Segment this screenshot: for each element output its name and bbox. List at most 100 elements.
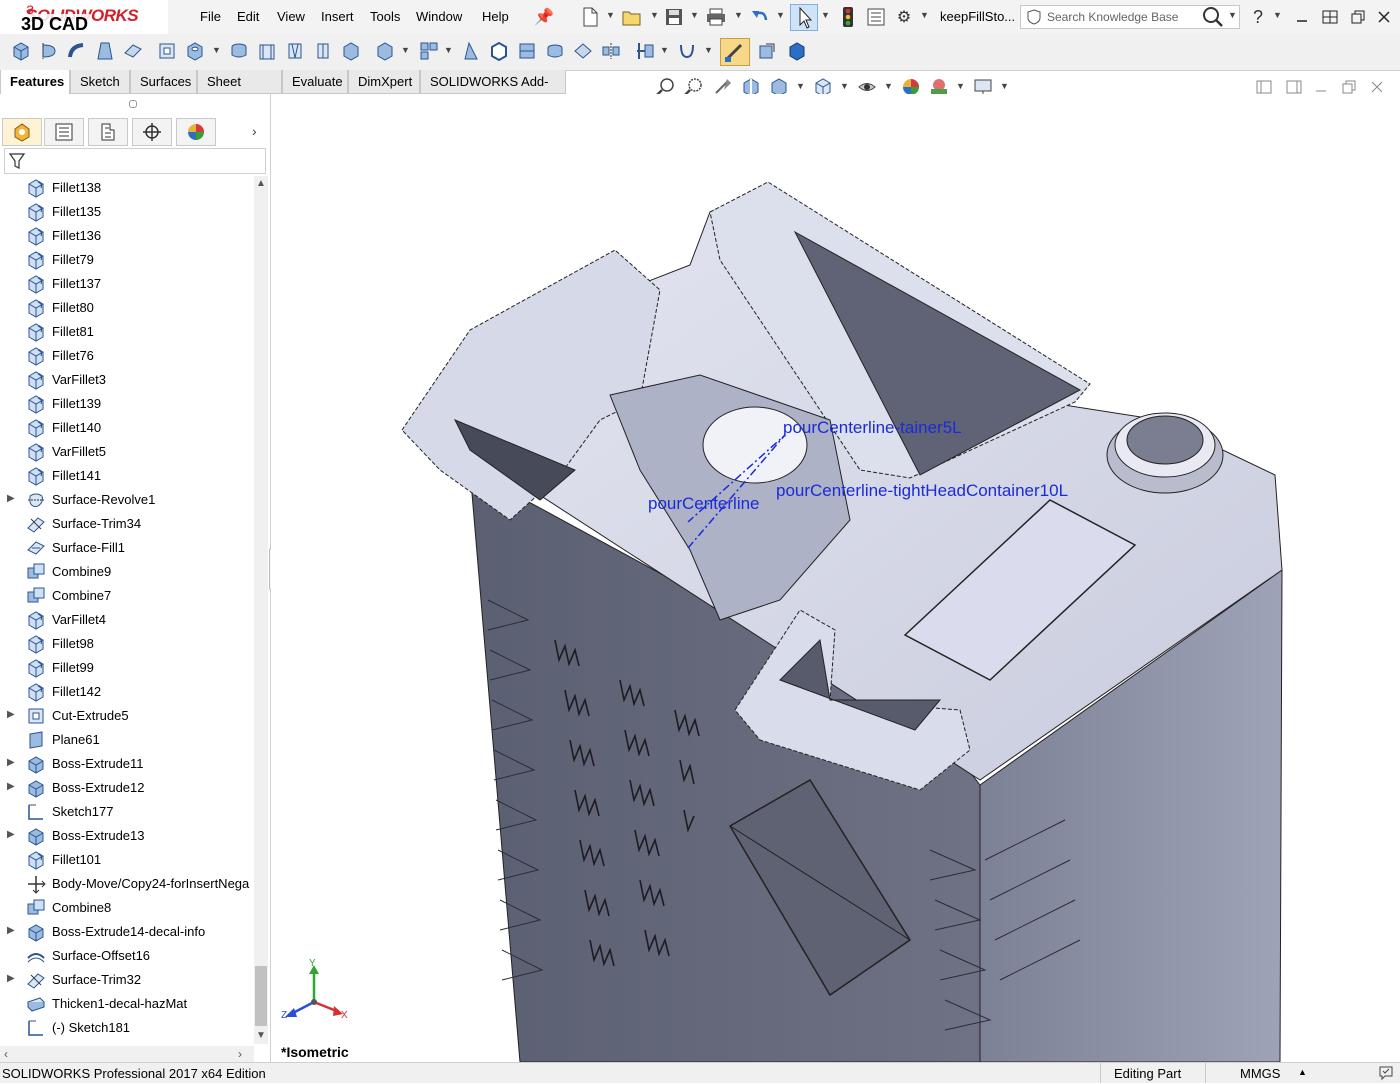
tree-item[interactable]: Body-Move/Copy24-forInsertNega	[0, 872, 254, 896]
tree-item[interactable]: ▶ Boss-Extrude14-decal-info	[0, 920, 254, 944]
tab-surfaces[interactable]: Surfaces	[130, 70, 197, 94]
boundary-cut-icon[interactable]	[312, 40, 334, 62]
tree-item[interactable]: Fillet99	[0, 656, 254, 680]
rib-icon[interactable]	[418, 40, 440, 62]
open-dropdown-icon[interactable]: ▼	[650, 10, 659, 20]
tab-sketch[interactable]: Sketch	[70, 70, 130, 94]
tab-dimxpert[interactable]: DimXpert	[348, 70, 420, 94]
reference-geometry-icon[interactable]	[572, 40, 594, 62]
pin-menu-icon[interactable]: 📌	[534, 7, 554, 27]
minimize-window-icon[interactable]	[1292, 7, 1312, 27]
display-style-dropdown-icon[interactable]: ▼	[840, 81, 849, 91]
swept-cut-icon[interactable]	[256, 40, 278, 62]
tree-item[interactable]: Fillet140	[0, 416, 254, 440]
tree-item[interactable]: Fillet135	[0, 200, 254, 224]
scene-dropdown-icon[interactable]: ▼	[956, 81, 965, 91]
instant3d-button[interactable]	[720, 38, 750, 66]
swept-boss-icon[interactable]	[66, 40, 88, 62]
tab-configuration-manager[interactable]	[88, 118, 128, 146]
tree-item[interactable]: Fillet79	[0, 248, 254, 272]
units-dropdown-icon[interactable]: ▲	[1298, 1067, 1307, 1077]
status-message-icon[interactable]	[1378, 1065, 1394, 1084]
open-document-icon[interactable]	[622, 7, 642, 27]
menu-help[interactable]: Help	[482, 9, 509, 24]
undo-dropdown-icon[interactable]: ▼	[776, 10, 785, 20]
tree-item[interactable]: VarFillet5	[0, 440, 254, 464]
save-icon[interactable]	[664, 7, 684, 27]
new-dropdown-icon[interactable]: ▼	[606, 10, 615, 20]
close-window-icon[interactable]	[1374, 7, 1394, 27]
tree-item[interactable]: ▶ Boss-Extrude13	[0, 824, 254, 848]
tree-item[interactable]: Fillet137	[0, 272, 254, 296]
menu-file[interactable]: File	[200, 9, 221, 24]
annotation-pour-centerline[interactable]: pourCenterline	[648, 494, 760, 514]
tree-item[interactable]: Combine7	[0, 584, 254, 608]
status-units[interactable]: MMGS	[1240, 1066, 1280, 1081]
annotation-pour-centerline-10l[interactable]: pourCenterline-tightHeadContainer10L	[776, 481, 1068, 501]
tree-item[interactable]: Surface-Fill1	[0, 536, 254, 560]
tab-property-manager[interactable]	[44, 118, 84, 146]
tree-item[interactable]: Fillet142	[0, 680, 254, 704]
tree-item[interactable]: VarFillet3	[0, 368, 254, 392]
new-document-icon[interactable]	[580, 7, 600, 27]
tab-features[interactable]: Features	[0, 70, 70, 94]
pane-tabs-more-icon[interactable]: ›	[252, 123, 257, 139]
expand-chevron-icon[interactable]: ▶	[7, 709, 15, 720]
expand-chevron-icon[interactable]: ▶	[7, 973, 15, 984]
draft-icon[interactable]	[460, 40, 482, 62]
restore-window-icon[interactable]	[1348, 7, 1368, 27]
view-settings-dropdown-icon[interactable]: ▼	[1000, 81, 1009, 91]
save-dropdown-icon[interactable]: ▼	[690, 10, 699, 20]
tree-item[interactable]: VarFillet4	[0, 608, 254, 632]
menu-view[interactable]: View	[277, 9, 305, 24]
tree-item[interactable]: Surface-Trim34	[0, 512, 254, 536]
filter-funnel-icon[interactable]	[8, 152, 26, 173]
app-logo[interactable]: ƨ SOLIDWORKS 3D CAD	[0, 0, 168, 34]
tree-item[interactable]: Fillet139	[0, 392, 254, 416]
wrap-icon[interactable]	[516, 40, 538, 62]
boundary-boss-icon[interactable]	[122, 40, 144, 62]
tree-item[interactable]: Fillet76	[0, 344, 254, 368]
undo-icon[interactable]	[750, 7, 770, 27]
view-orientation-dropdown-icon[interactable]: ▼	[796, 81, 805, 91]
intersect-icon[interactable]	[544, 40, 566, 62]
tree-item[interactable]: Thicken1-decal-hazMat	[0, 992, 254, 1016]
tree-item[interactable]: ▶ Boss-Extrude12	[0, 776, 254, 800]
curves-icon[interactable]	[634, 40, 656, 62]
select-tool-button[interactable]	[790, 4, 818, 31]
tab-feature-manager[interactable]	[2, 118, 42, 146]
graphics-area[interactable]: pourCenterline-tainer5L pourCenterline p…	[271, 94, 1400, 1062]
tree-item[interactable]: Fillet136	[0, 224, 254, 248]
linear-pattern-icon[interactable]	[374, 40, 396, 62]
pattern-dropdown-icon[interactable]: ▼	[401, 45, 410, 55]
feature-tree-horizontal-scrollbar[interactable]: ‹ ›	[0, 1046, 254, 1062]
tree-item[interactable]: Sketch177	[0, 800, 254, 824]
search-icon[interactable]	[1202, 6, 1224, 31]
scroll-up-arrow-icon[interactable]: ▲	[256, 178, 266, 189]
search-input[interactable]	[1047, 9, 1207, 25]
extruded-cut-icon[interactable]	[156, 40, 178, 62]
help-dropdown-icon[interactable]: ▼	[1273, 10, 1282, 20]
tree-item[interactable]: ▶ Surface-Revolve1	[0, 488, 254, 512]
rebuild-traffic-light-icon[interactable]	[838, 7, 858, 27]
hole-dropdown-icon[interactable]: ▼	[212, 45, 221, 55]
tree-item[interactable]: Combine8	[0, 896, 254, 920]
help-question-icon[interactable]: ?	[1248, 7, 1268, 27]
tree-item[interactable]: Surface-Offset16	[0, 944, 254, 968]
tree-item[interactable]: Fillet81	[0, 320, 254, 344]
rapid-sketch-icon[interactable]	[756, 40, 778, 62]
tree-item[interactable]: ▶ Surface-Trim32	[0, 968, 254, 992]
tree-item[interactable]: Fillet138	[0, 176, 254, 200]
jerry-can-model[interactable]	[271, 94, 1400, 1062]
extruded-boss-icon[interactable]	[10, 40, 32, 62]
expand-chevron-icon[interactable]: ▶	[7, 781, 15, 792]
rib-dropdown-icon[interactable]: ▼	[444, 45, 453, 55]
print-icon[interactable]	[706, 7, 726, 27]
expand-chevron-icon[interactable]: ▶	[7, 829, 15, 840]
scroll-thumb[interactable]	[255, 966, 267, 1026]
menu-tools[interactable]: Tools	[370, 9, 400, 24]
mirror-icon[interactable]	[600, 40, 622, 62]
hole-wizard-icon[interactable]	[184, 40, 206, 62]
tree-item[interactable]: (-) Sketch181	[0, 1016, 254, 1040]
tree-item[interactable]: ▶ Boss-Extrude11	[0, 752, 254, 776]
